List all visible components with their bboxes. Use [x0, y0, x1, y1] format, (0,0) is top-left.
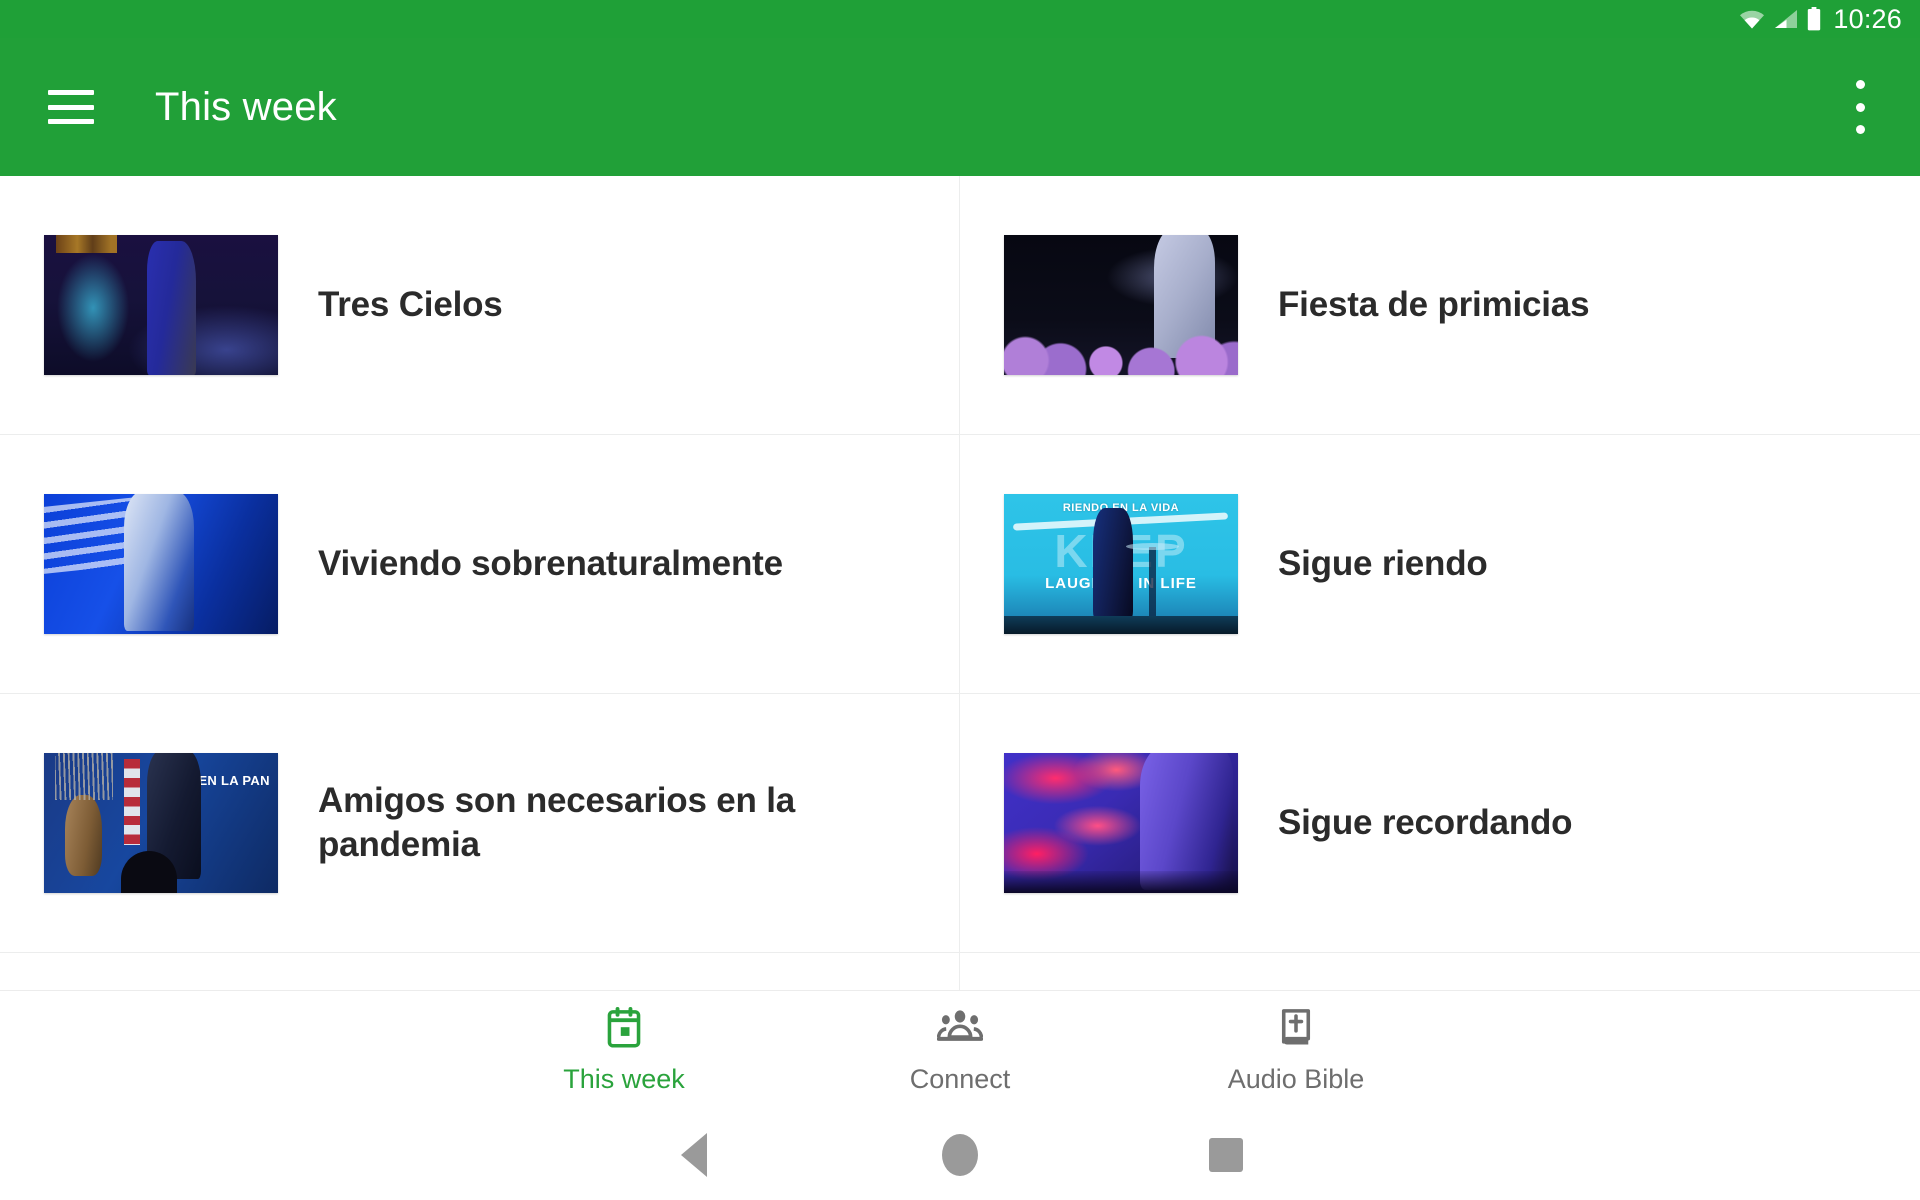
- episode-thumbnail: [1004, 235, 1238, 375]
- page-title: This week: [155, 84, 337, 129]
- home-circle-icon: [942, 1134, 978, 1176]
- list-item[interactable]: Tres Cielos: [0, 176, 960, 435]
- tab-audio-bible[interactable]: Audio Bible: [1128, 991, 1464, 1110]
- wifi-icon: [1739, 9, 1765, 29]
- list-item[interactable]: [960, 953, 1920, 990]
- system-back-button[interactable]: [561, 1110, 827, 1200]
- thumbnail-flag: [123, 758, 140, 846]
- system-recents-button[interactable]: [1093, 1110, 1359, 1200]
- episode-title: Sigue riendo: [1278, 543, 1488, 583]
- status-bar: 10:26: [0, 0, 1920, 38]
- episode-title: Viviendo sobrenaturalmente: [318, 543, 783, 583]
- bible-book-icon: [1276, 1007, 1316, 1054]
- thumbnail-podium: [1125, 543, 1180, 618]
- list-item[interactable]: EN LA PAN Amigos son necesarios en la pa…: [0, 694, 960, 953]
- list-item[interactable]: Fiesta de primicias: [960, 176, 1920, 435]
- episode-thumbnail: EN LA PAN: [44, 753, 278, 893]
- thumbnail-floor: [1004, 615, 1238, 634]
- system-home-button[interactable]: [827, 1110, 1093, 1200]
- calendar-icon: [604, 1006, 644, 1054]
- episode-thumbnail: [1004, 753, 1238, 893]
- list-item[interactable]: RIENDO EN LA VIDA KEEP LAUGHING IN LIFE …: [960, 435, 1920, 694]
- episode-thumbnail: [44, 494, 278, 634]
- list-item[interactable]: Sigue recordando: [960, 694, 1920, 953]
- system-navigation-bar: [0, 1110, 1920, 1200]
- cellular-signal-icon: [1774, 9, 1798, 29]
- tab-this-week[interactable]: This week: [456, 991, 792, 1110]
- content-area: Tres Cielos Fiesta de primicias Viviendo…: [0, 176, 1920, 990]
- bottom-navigation: This week Connect Audio Bible: [0, 990, 1920, 1110]
- episode-title: Amigos son necesarios en la pandemia: [318, 780, 795, 864]
- thumbnail-vase: [54, 753, 114, 877]
- back-triangle-icon: [681, 1133, 707, 1177]
- recents-square-icon: [1209, 1138, 1243, 1172]
- thumbnail-figure: [1092, 508, 1133, 620]
- list-item[interactable]: Viviendo sobrenaturalmente: [0, 435, 960, 694]
- list-item[interactable]: [0, 953, 960, 990]
- tab-label: Connect: [909, 1063, 1011, 1094]
- episode-grid: Tres Cielos Fiesta de primicias Viviendo…: [0, 176, 1920, 990]
- episode-thumbnail: [44, 235, 278, 375]
- hamburger-menu-icon[interactable]: [48, 90, 94, 124]
- people-group-icon: [936, 1007, 984, 1054]
- tab-label: This week: [563, 1063, 685, 1094]
- app-bar: This week: [0, 38, 1920, 176]
- tab-connect[interactable]: Connect: [792, 991, 1128, 1110]
- episode-title: Sigue recordando: [1278, 802, 1573, 842]
- thumbnail-screen-text: EN LA PAN: [198, 773, 270, 789]
- episode-thumbnail: RIENDO EN LA VIDA KEEP LAUGHING IN LIFE: [1004, 494, 1238, 634]
- episode-title: Fiesta de primicias: [1278, 284, 1590, 324]
- episode-title: Tres Cielos: [318, 284, 503, 324]
- status-bar-clock: 10:26: [1833, 3, 1902, 34]
- tab-label: Audio Bible: [1227, 1063, 1365, 1094]
- battery-icon: [1807, 7, 1821, 31]
- overflow-menu-icon[interactable]: [1854, 80, 1866, 134]
